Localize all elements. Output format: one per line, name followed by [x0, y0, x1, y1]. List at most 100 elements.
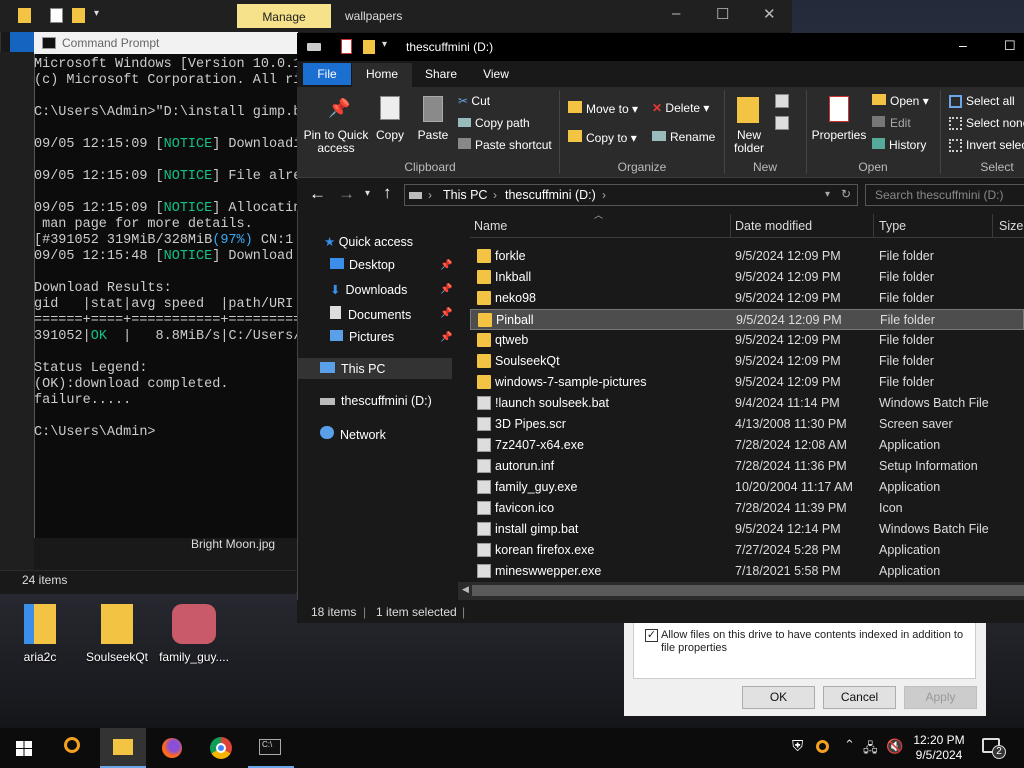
file-row[interactable]: Pinball 9/5/2024 12:09 PM File folder	[470, 309, 1024, 330]
file-row[interactable]: family_guy.exe 10/20/2004 11:17 AM Applica…	[470, 477, 1024, 498]
cmd-titlebar[interactable]: Command Prompt	[34, 32, 298, 54]
taskbar-command-prompt[interactable]: C:\	[248, 728, 294, 768]
file-row[interactable]: install gimp.bat 9/5/2024 12:14 PM Windows…	[470, 519, 1024, 540]
start-button[interactable]	[0, 728, 48, 768]
search-input[interactable]: Search thescuffmini (D:)	[865, 184, 1024, 206]
select-all-button[interactable]: Select all	[949, 94, 1015, 109]
invert-selection-button[interactable]: Invert selec	[949, 138, 1024, 153]
file-row[interactable]: Inkball 9/5/2024 12:09 PM File folder	[470, 267, 1024, 288]
file-label[interactable]: Bright Moon.jpg	[191, 537, 275, 551]
tab-file[interactable]: File	[303, 63, 351, 85]
new-folder-button[interactable]: New folder	[728, 129, 770, 155]
file-row[interactable]: autorun.inf 7/28/2024 11:36 PM Setup Infor…	[470, 456, 1024, 477]
desktop-icon-soulseekqt[interactable]: SoulseekQt	[77, 604, 157, 664]
chevron-up-icon[interactable]: ⌃	[844, 737, 855, 753]
file-row[interactable]: 7z2407-x64.exe 7/28/2024 12:08 AM Applicat…	[470, 435, 1024, 456]
search-button[interactable]	[52, 728, 96, 768]
select-none-button[interactable]: Select none	[949, 116, 1024, 131]
file-row[interactable]: windows-7-sample-pictures 9/5/2024 12:09 …	[470, 372, 1024, 393]
chevron-down-icon[interactable]: ▾	[94, 8, 99, 19]
address-bar[interactable]: › This PC › thescuffmini (D:) › ▾ ↻	[404, 184, 858, 206]
tab-home[interactable]: Home	[352, 63, 412, 87]
nav-network[interactable]: Network	[320, 426, 386, 442]
pin-icon[interactable]: 📌	[440, 332, 452, 343]
security-icon[interactable]: ⛨	[792, 738, 803, 755]
copy-button[interactable]: Copy	[374, 129, 406, 142]
column-divider[interactable]	[730, 214, 731, 238]
notification-center-button[interactable]: 2	[982, 738, 1006, 759]
cancel-button[interactable]: Cancel	[823, 686, 896, 709]
scroll-left-icon[interactable]: ◀	[462, 584, 469, 595]
file-row[interactable]: SoulseekQt 9/5/2024 12:09 PM File folder	[470, 351, 1024, 372]
pin-icon[interactable]: 📌	[440, 260, 452, 271]
pin-to-quick-access-button[interactable]: Pin to Quick access	[300, 129, 372, 155]
nav-pictures[interactable]: Pictures	[330, 330, 394, 344]
desktop-icon-aria2c[interactable]: aria2c	[0, 604, 80, 664]
up-arrow-icon[interactable]: ↑	[383, 183, 392, 203]
taskbar-chrome[interactable]	[198, 728, 244, 768]
breadcrumb-this-pc[interactable]: This PC	[443, 188, 487, 202]
ok-button[interactable]: OK	[742, 686, 815, 709]
folder-icon[interactable]	[363, 40, 375, 54]
close-icon[interactable]: ✕	[763, 5, 776, 23]
chevron-down-icon[interactable]: ▾	[365, 188, 370, 199]
paste-shortcut-button[interactable]: Paste shortcut	[458, 138, 552, 152]
pin-icon[interactable]: 📌	[440, 308, 452, 319]
new-item-icon[interactable]	[775, 94, 789, 108]
minimize-icon[interactable]: –	[672, 5, 680, 22]
paste-button[interactable]: Paste	[415, 129, 451, 142]
file-row[interactable]: 3D Pipes.scr 4/13/2008 11:30 PM Screen sav…	[470, 414, 1024, 435]
copy-to-button[interactable]: Copy to ▾	[568, 130, 637, 145]
history-button[interactable]: History	[872, 138, 926, 152]
nav-this-pc[interactable]: This PC	[320, 362, 385, 376]
taskbar-firefox[interactable]	[150, 728, 194, 768]
chevron-down-icon[interactable]: ▾	[382, 39, 387, 50]
properties-icon[interactable]	[50, 8, 63, 23]
column-type[interactable]: Type	[879, 219, 906, 233]
index-checkbox-label[interactable]: Allow files on this drive to have conten…	[661, 629, 966, 655]
properties-icon[interactable]	[341, 39, 352, 54]
file-row[interactable]: mineswwepper.exe 7/18/2021 5:58 PM Applica…	[470, 561, 1024, 582]
move-to-button[interactable]: Move to ▾	[568, 101, 638, 116]
nav-desktop[interactable]: Desktop	[330, 258, 395, 272]
column-divider[interactable]	[992, 214, 993, 238]
apply-button[interactable]: Apply	[904, 686, 977, 709]
copy-path-button[interactable]: Copy path	[458, 116, 530, 130]
back-arrow-icon[interactable]: ←	[309, 184, 326, 204]
minimize-icon[interactable]: –	[959, 37, 967, 53]
rename-button[interactable]: Rename	[652, 130, 715, 144]
nav-quick-access[interactable]: ★ Quick access	[324, 234, 413, 249]
tab-share[interactable]: Share	[413, 67, 469, 81]
desktop-icon-family-guy[interactable]: family_guy....	[154, 604, 234, 664]
column-date-modified[interactable]: Date modified	[735, 219, 812, 233]
refresh-icon[interactable]: ↻	[841, 187, 851, 201]
file-row[interactable]: neko98 9/5/2024 12:09 PM File folder	[470, 288, 1024, 309]
taskbar-file-explorer[interactable]	[100, 728, 146, 768]
nav-drive[interactable]: thescuffmini (D:)	[320, 394, 432, 408]
file-row[interactable]: forkle 9/5/2024 12:09 PM File folder	[470, 246, 1024, 267]
clock[interactable]: 12:20 PM 9/5/2024	[908, 733, 970, 763]
cut-button[interactable]: ✂ Cut	[458, 94, 490, 108]
file-row[interactable]: !launch soulseek.bat 9/4/2024 11:14 PM Win…	[470, 393, 1024, 414]
manage-tab[interactable]: Manage	[237, 4, 331, 28]
nav-documents[interactable]: Documents	[330, 306, 411, 322]
file-row[interactable]: favicon.ico 7/28/2024 11:39 PM Icon	[470, 498, 1024, 519]
maximize-icon[interactable]: ☐	[716, 5, 729, 23]
scrollbar-thumb[interactable]	[472, 585, 1024, 596]
open-button[interactable]: Open ▾	[872, 94, 929, 108]
tab-view[interactable]: View	[470, 67, 522, 81]
file-row[interactable]: qtweb 9/5/2024 12:09 PM File folder	[470, 330, 1024, 351]
properties-button[interactable]: Properties	[811, 129, 867, 142]
easy-access-icon[interactable]	[775, 116, 789, 130]
search-icon[interactable]	[816, 740, 829, 753]
column-size[interactable]: Size	[999, 219, 1023, 233]
file-tab[interactable]	[10, 32, 34, 52]
network-icon[interactable]: 🖧	[863, 739, 878, 761]
edit-button[interactable]: Edit	[872, 116, 911, 130]
breadcrumb-drive[interactable]: thescuffmini (D:)	[505, 188, 596, 202]
folder-icon[interactable]	[72, 8, 85, 23]
file-row[interactable]: korean firefox.exe 7/27/2024 5:28 PM Appli…	[470, 540, 1024, 561]
forward-arrow-icon[interactable]: →	[338, 184, 355, 204]
nav-downloads[interactable]: ⬇ Downloads	[330, 282, 407, 297]
column-name[interactable]: Name	[474, 219, 507, 233]
